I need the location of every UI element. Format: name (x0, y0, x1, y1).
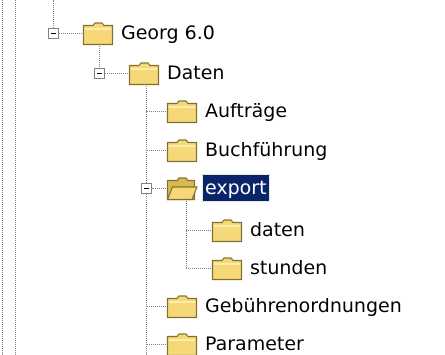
folder-closed-icon (166, 100, 198, 124)
tree-line-georg-h (59, 33, 82, 34)
collapse-toggle-export[interactable] (141, 183, 152, 194)
collapse-toggle-georg[interactable] (48, 28, 59, 39)
tree-line-daten-h (105, 73, 128, 74)
tree-line-stunden-h (186, 268, 211, 269)
tree-line-georg-up (53, 0, 54, 30)
tree-line-auftraege-h (146, 111, 166, 112)
folder-closed-icon (128, 62, 160, 86)
tree-node-label: Buchführung (205, 139, 328, 161)
tree-node-label: Daten (167, 62, 225, 84)
tree-line-export-children (186, 201, 187, 268)
tree-node-export-daten[interactable]: daten (211, 215, 307, 245)
tree-line-daten-children (146, 86, 147, 355)
tree-node-daten[interactable]: Daten (128, 58, 226, 88)
tree-node-parameter[interactable]: Parameter (166, 329, 306, 355)
tree-line-gebuehren-h (146, 306, 166, 307)
folder-closed-icon (166, 295, 198, 319)
tree-line-root-left (2, 0, 3, 355)
tree-node-label: stunden (250, 257, 328, 279)
tree-node-label: Parameter (205, 333, 304, 355)
folder-open-icon (166, 177, 198, 201)
tree-line-buchfuehrung-h (146, 150, 166, 151)
tree-line-export-h (152, 188, 166, 189)
folder-closed-icon (82, 22, 114, 46)
folder-closed-icon (211, 257, 243, 281)
tree-node-label: daten (250, 219, 305, 241)
tree-node-auftraege[interactable]: Aufträge (166, 96, 289, 126)
folder-tree: Georg 6.0 Daten Aufträge Buchführung exp… (0, 0, 445, 355)
tree-line-root-left-2 (15, 0, 16, 355)
folder-closed-icon (166, 139, 198, 163)
tree-node-label: export (202, 174, 270, 202)
folder-closed-icon (166, 333, 198, 355)
tree-line-parameter-h (146, 344, 166, 345)
tree-node-georg[interactable]: Georg 6.0 (82, 18, 217, 48)
collapse-toggle-daten[interactable] (94, 68, 105, 79)
tree-node-export[interactable]: export (166, 173, 270, 203)
folder-closed-icon (211, 219, 243, 243)
tree-node-stunden[interactable]: stunden (211, 253, 329, 283)
tree-node-label: Aufträge (205, 100, 288, 122)
tree-node-label: Georg 6.0 (121, 22, 215, 44)
tree-node-label: Gebührenordnungen (205, 295, 402, 317)
tree-node-gebuehren[interactable]: Gebührenordnungen (166, 291, 404, 321)
tree-node-buchfuehrung[interactable]: Buchführung (166, 135, 329, 165)
tree-line-export-daten-h (186, 230, 211, 231)
